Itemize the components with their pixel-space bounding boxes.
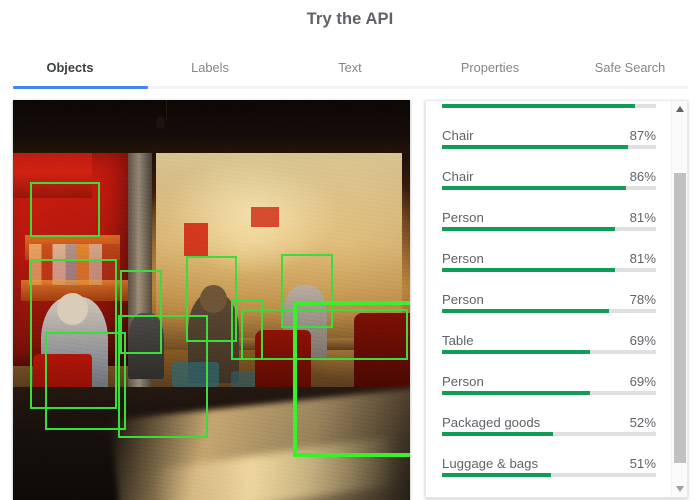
packaged-goods-box[interactable]: [29, 182, 101, 238]
result-row-header: Person 81%: [442, 238, 656, 268]
confidence-bar-track: [442, 145, 656, 149]
confidence-bar-track: [442, 309, 656, 313]
results-scrollbar[interactable]: [671, 101, 687, 497]
result-row: Person 81%: [442, 238, 656, 279]
results-list: Chair 87% Chair 86% Person 81% Person 81% Person…: [426, 101, 672, 484]
confidence-bar-fill: [442, 268, 616, 272]
confidence-bar-fill: [442, 473, 552, 477]
confidence-bar-track: [442, 186, 656, 190]
chair-box-left[interactable]: [44, 331, 127, 431]
result-score: 69%: [629, 374, 656, 389]
result-row-header: Luggage & bags 51%: [442, 443, 656, 473]
result-label: Person: [442, 210, 484, 225]
result-row-header: Packaged goods 52%: [442, 402, 656, 432]
confidence-bar-track: [442, 473, 656, 477]
result-score: 52%: [629, 415, 656, 430]
confidence-bar-track: [442, 432, 656, 436]
result-row-header: Person 69%: [442, 361, 656, 391]
confidence-bar-track: [442, 350, 656, 354]
annotated-image-panel[interactable]: [13, 100, 410, 500]
result-score: 69%: [629, 333, 656, 348]
tab-safe-search[interactable]: Safe Search: [560, 48, 700, 88]
tab-labels[interactable]: Labels: [140, 48, 280, 88]
confidence-bar-track: [442, 391, 656, 395]
confidence-bar-fill: [442, 309, 609, 313]
result-row: Person 78%: [442, 279, 656, 320]
active-tab-indicator: [13, 86, 148, 89]
page-title: Try the API: [306, 10, 394, 28]
confidence-bar-fill: [442, 186, 627, 190]
result-score: 87%: [629, 128, 656, 143]
result-label: Person: [442, 292, 484, 307]
result-row-header: Chair 87%: [442, 115, 656, 145]
result-row: Table 69%: [442, 320, 656, 361]
result-label: Packaged goods: [442, 415, 541, 430]
result-label: Chair: [442, 128, 474, 143]
scroll-down-arrow-icon[interactable]: [672, 481, 687, 497]
result-row-header: Person 78%: [442, 279, 656, 309]
confidence-bar-fill: [442, 145, 629, 149]
try-the-api-page: Try the API Objects Labels Text Properties S…: [0, 0, 700, 500]
result-row-header: Person 81%: [442, 197, 656, 227]
chair-box-highlight[interactable]: [292, 300, 410, 457]
confidence-bar-fill: [442, 104, 635, 108]
confidence-bar-fill: [442, 350, 590, 354]
detection-results-card: Chair 87% Chair 86% Person 81% Person 81% Person…: [425, 100, 688, 498]
confidence-bar-fill: [442, 227, 616, 231]
result-row: Luggage & bags 51%: [442, 443, 656, 484]
result-row: Chair 86%: [442, 156, 656, 197]
scroll-up-arrow-icon[interactable]: [672, 101, 687, 117]
result-label: Table: [442, 333, 474, 348]
tab-objects[interactable]: Objects: [0, 48, 140, 88]
result-row: Person 81%: [442, 197, 656, 238]
result-row: [442, 101, 656, 115]
table-box-center[interactable]: [118, 315, 208, 439]
result-label: Person: [442, 251, 484, 266]
scrollbar-thumb[interactable]: [674, 173, 686, 463]
result-row-header: Table 69%: [442, 320, 656, 350]
result-score: 81%: [629, 251, 656, 266]
results-scroll-view[interactable]: Chair 87% Chair 86% Person 81% Person 81% Person…: [426, 101, 672, 497]
result-label: Person: [442, 374, 484, 389]
result-row: Chair 87%: [442, 115, 656, 156]
result-row-header: Chair 86%: [442, 156, 656, 186]
confidence-bar-fill: [442, 391, 590, 395]
result-score: 81%: [629, 210, 656, 225]
tab-properties[interactable]: Properties: [420, 48, 560, 88]
result-score: 51%: [629, 456, 656, 471]
confidence-bar-track: [442, 104, 656, 108]
confidence-bar-fill: [442, 432, 554, 436]
result-row: Person 69%: [442, 361, 656, 402]
result-label: Luggage & bags: [442, 456, 539, 471]
result-score: 78%: [629, 292, 656, 307]
tab-bar: Objects Labels Text Properties Safe Search: [0, 48, 700, 88]
confidence-bar-track: [442, 227, 656, 231]
confidence-bar-track: [442, 268, 656, 272]
result-row: Packaged goods 52%: [442, 402, 656, 443]
result-score: 86%: [629, 169, 656, 184]
result-label: Chair: [442, 169, 474, 184]
tab-text[interactable]: Text: [280, 48, 420, 88]
